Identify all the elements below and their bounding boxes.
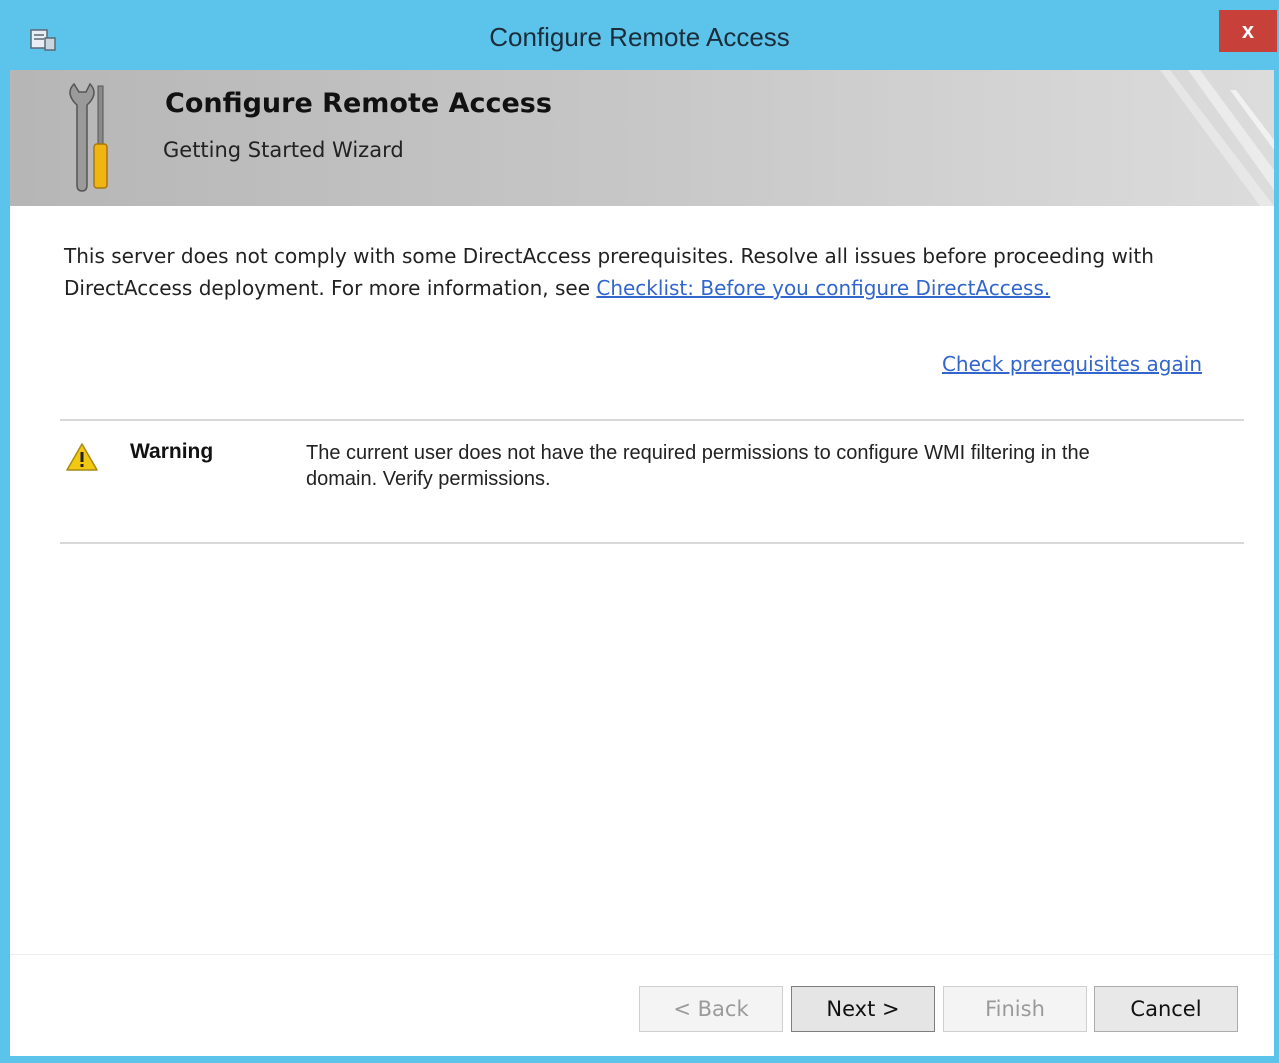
divider [60, 542, 1244, 544]
window-title: Configure Remote Access [489, 22, 790, 52]
issue-message: The current user does not have the requi… [306, 442, 1090, 490]
finish-button[interactable]: Finish [943, 986, 1087, 1032]
warning-triangle-icon [66, 443, 98, 471]
close-button[interactable]: x [1219, 10, 1277, 52]
check-prerequisites-link[interactable]: Check prerequisites again [942, 352, 1202, 376]
wizard-header: Configure Remote Access Getting Started … [10, 70, 1274, 206]
header-decoration [1160, 70, 1274, 206]
footer-divider [10, 954, 1274, 955]
wrench-screwdriver-icon [69, 82, 108, 192]
title-bar[interactable]: Configure Remote Access x [0, 0, 1279, 70]
close-icon: x [1241, 18, 1255, 43]
next-button[interactable]: Next > [791, 986, 935, 1032]
intro-text: This server does not comply with some Di… [64, 240, 1224, 304]
header-title: Configure Remote Access [165, 88, 552, 119]
header-subtitle: Getting Started Wizard [163, 138, 404, 162]
wizard-window: Configure Remote Access x Configure Remo… [0, 0, 1279, 1063]
divider [60, 419, 1244, 421]
cancel-button[interactable]: Cancel [1094, 986, 1238, 1032]
issue-severity: Warning [130, 440, 214, 463]
wizard-body: Configure Remote Access Getting Started … [10, 70, 1274, 1056]
checklist-link[interactable]: Checklist: Before you configure DirectAc… [596, 276, 1050, 300]
back-button[interactable]: < Back [639, 986, 783, 1032]
